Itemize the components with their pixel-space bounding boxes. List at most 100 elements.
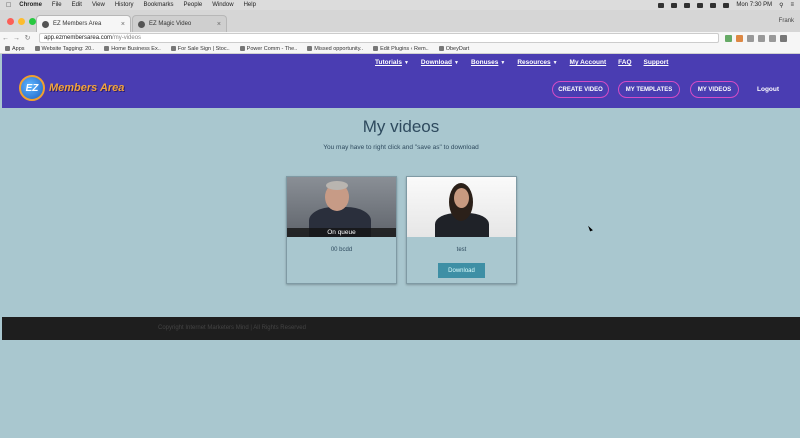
page-background bbox=[2, 340, 800, 438]
site-logo[interactable]: EZ Members Area bbox=[19, 75, 124, 101]
presenter-hair bbox=[326, 181, 348, 190]
nav-resources[interactable]: Resources ▼ bbox=[517, 59, 557, 66]
extensions bbox=[725, 34, 787, 42]
top-nav: Tutorials ▼ Download ▼ Bonuses ▼ Resources ▼… bbox=[375, 59, 668, 66]
status-icon[interactable] bbox=[684, 2, 691, 8]
close-tab-icon[interactable]: × bbox=[217, 21, 221, 28]
back-icon[interactable]: ← bbox=[0, 35, 11, 42]
close-tab-icon[interactable]: × bbox=[121, 21, 125, 28]
video-card: test Download bbox=[406, 176, 517, 284]
volume-icon[interactable] bbox=[710, 2, 717, 8]
menu-window[interactable]: Window bbox=[212, 2, 233, 8]
extension-icon[interactable] bbox=[736, 34, 743, 42]
menu-file[interactable]: File bbox=[52, 2, 62, 8]
create-video-button[interactable]: CREATE VIDEO bbox=[552, 81, 609, 98]
status-area: Mon 7:30 PM ⚲ ≡ bbox=[658, 0, 794, 10]
copyright-text: Copyright Internet Marketers Mind | All … bbox=[158, 325, 306, 331]
menu-view[interactable]: View bbox=[92, 2, 105, 8]
extension-icon[interactable] bbox=[725, 34, 732, 42]
bookmark-item[interactable]: For Sale Sign | Stoc.. bbox=[170, 46, 230, 52]
tab-strip: EZ Members Area × EZ Magic Video × Frank bbox=[0, 10, 800, 32]
url-bar[interactable]: app.ezmembersarea.com/my-videos bbox=[39, 33, 719, 43]
wifi-icon[interactable] bbox=[697, 2, 704, 8]
page-title: My videos bbox=[362, 117, 440, 136]
chevron-down-icon: ▼ bbox=[403, 60, 409, 66]
battery-icon[interactable] bbox=[723, 2, 730, 8]
menu-edit[interactable]: Edit bbox=[72, 2, 82, 8]
menu-app-name[interactable]: Chrome bbox=[19, 2, 42, 8]
window-controls bbox=[7, 18, 36, 25]
nav-faq[interactable]: FAQ bbox=[618, 59, 631, 66]
bookmark-item[interactable]: Home Business Ex.. bbox=[104, 46, 161, 52]
video-thumbnail[interactable]: On queue bbox=[287, 177, 396, 237]
bookmark-icon bbox=[373, 46, 379, 51]
favicon-icon bbox=[138, 20, 145, 28]
download-button[interactable]: Download bbox=[438, 263, 485, 278]
status-icon[interactable] bbox=[658, 2, 665, 8]
zoom-window-icon[interactable] bbox=[29, 18, 36, 25]
main-content: My videos You may have to right click an… bbox=[2, 108, 800, 317]
apps-icon bbox=[5, 46, 10, 51]
nav-my-account[interactable]: My Account bbox=[570, 59, 607, 66]
logout-link[interactable]: Logout bbox=[757, 86, 779, 93]
os-menubar:  Chrome File Edit View History Bookmark… bbox=[0, 0, 800, 10]
bookmark-item[interactable]: Apps bbox=[5, 46, 25, 52]
search-icon[interactable]: ⚲ bbox=[779, 2, 783, 9]
forward-icon[interactable]: → bbox=[11, 35, 22, 42]
nav-bonuses[interactable]: Bonuses ▼ bbox=[471, 59, 505, 66]
menu-icon[interactable] bbox=[780, 34, 787, 42]
status-overlay: On queue bbox=[287, 228, 396, 237]
bookmark-item[interactable]: Edit Plugins ‹ Rem.. bbox=[373, 46, 429, 52]
tab-title: EZ Magic Video bbox=[149, 21, 192, 27]
video-label: 00 bcdd bbox=[330, 247, 353, 253]
menu-people[interactable]: People bbox=[184, 2, 203, 8]
url-path: /my-videos bbox=[112, 35, 142, 41]
video-thumbnail[interactable] bbox=[407, 177, 516, 237]
favicon-icon bbox=[42, 20, 49, 28]
menu-bookmarks[interactable]: Bookmarks bbox=[144, 2, 174, 8]
nav-download[interactable]: Download ▼ bbox=[421, 59, 459, 66]
url-host: app.ezmembersarea.com bbox=[44, 35, 113, 41]
my-videos-button[interactable]: MY VIDEOS bbox=[690, 81, 739, 98]
bookmark-icon bbox=[170, 46, 176, 51]
clock[interactable]: Mon 7:30 PM bbox=[736, 2, 772, 8]
bookmarks-bar: Apps Website Tagging: 20.. Home Business… bbox=[0, 44, 800, 54]
tab-ez-magic-video[interactable]: EZ Magic Video × bbox=[132, 15, 227, 32]
logo-text: Members Area bbox=[49, 82, 125, 94]
site-header: EZ Members Area Tutorials ▼ Download ▼ Bon… bbox=[2, 54, 800, 108]
profile-name[interactable]: Frank bbox=[779, 18, 794, 24]
list-icon[interactable]: ≡ bbox=[790, 2, 794, 8]
bookmark-icon bbox=[239, 46, 245, 51]
nav-support[interactable]: Support bbox=[644, 59, 669, 66]
tab-ez-members-area[interactable]: EZ Members Area × bbox=[36, 15, 131, 32]
chevron-down-icon: ▼ bbox=[453, 60, 459, 66]
extension-icon[interactable] bbox=[758, 34, 765, 42]
bookmark-item[interactable]: Website Tagging: 20.. bbox=[34, 46, 94, 52]
minimize-window-icon[interactable] bbox=[18, 18, 25, 25]
extension-icon[interactable] bbox=[747, 34, 754, 42]
extension-icon[interactable] bbox=[769, 34, 776, 42]
bookmark-item[interactable]: Missed opportunity.. bbox=[307, 46, 363, 52]
logo-badge: EZ bbox=[19, 75, 45, 101]
bookmark-item[interactable]: Power Comm - The.. bbox=[239, 46, 297, 52]
site-footer: Copyright Internet Marketers Mind | All … bbox=[2, 317, 800, 340]
page-subtitle: You may have to right click and "save as… bbox=[323, 144, 479, 151]
chevron-down-icon: ▼ bbox=[552, 60, 558, 66]
address-toolbar: ← → ↻ app.ezmembersarea.com/my-videos bbox=[0, 32, 800, 44]
bookmark-item[interactable]: ObeyDart bbox=[438, 46, 469, 52]
bookmark-icon bbox=[438, 46, 444, 51]
presenter-head bbox=[454, 188, 469, 208]
video-label: test bbox=[456, 247, 467, 253]
nav-tutorials[interactable]: Tutorials ▼ bbox=[375, 59, 409, 66]
my-templates-button[interactable]: MY TEMPLATES bbox=[618, 81, 680, 98]
bookmark-icon bbox=[34, 46, 40, 51]
menu-help[interactable]: Help bbox=[244, 2, 256, 8]
status-icon[interactable] bbox=[671, 2, 678, 8]
bookmark-icon bbox=[307, 46, 313, 51]
close-window-icon[interactable] bbox=[7, 18, 14, 25]
apple-icon[interactable]:  bbox=[6, 2, 11, 9]
video-card: On queue 00 bcdd bbox=[286, 176, 397, 284]
menu-history[interactable]: History bbox=[115, 2, 134, 8]
reload-icon[interactable]: ↻ bbox=[22, 34, 33, 42]
tab-title: EZ Members Area bbox=[53, 21, 102, 27]
